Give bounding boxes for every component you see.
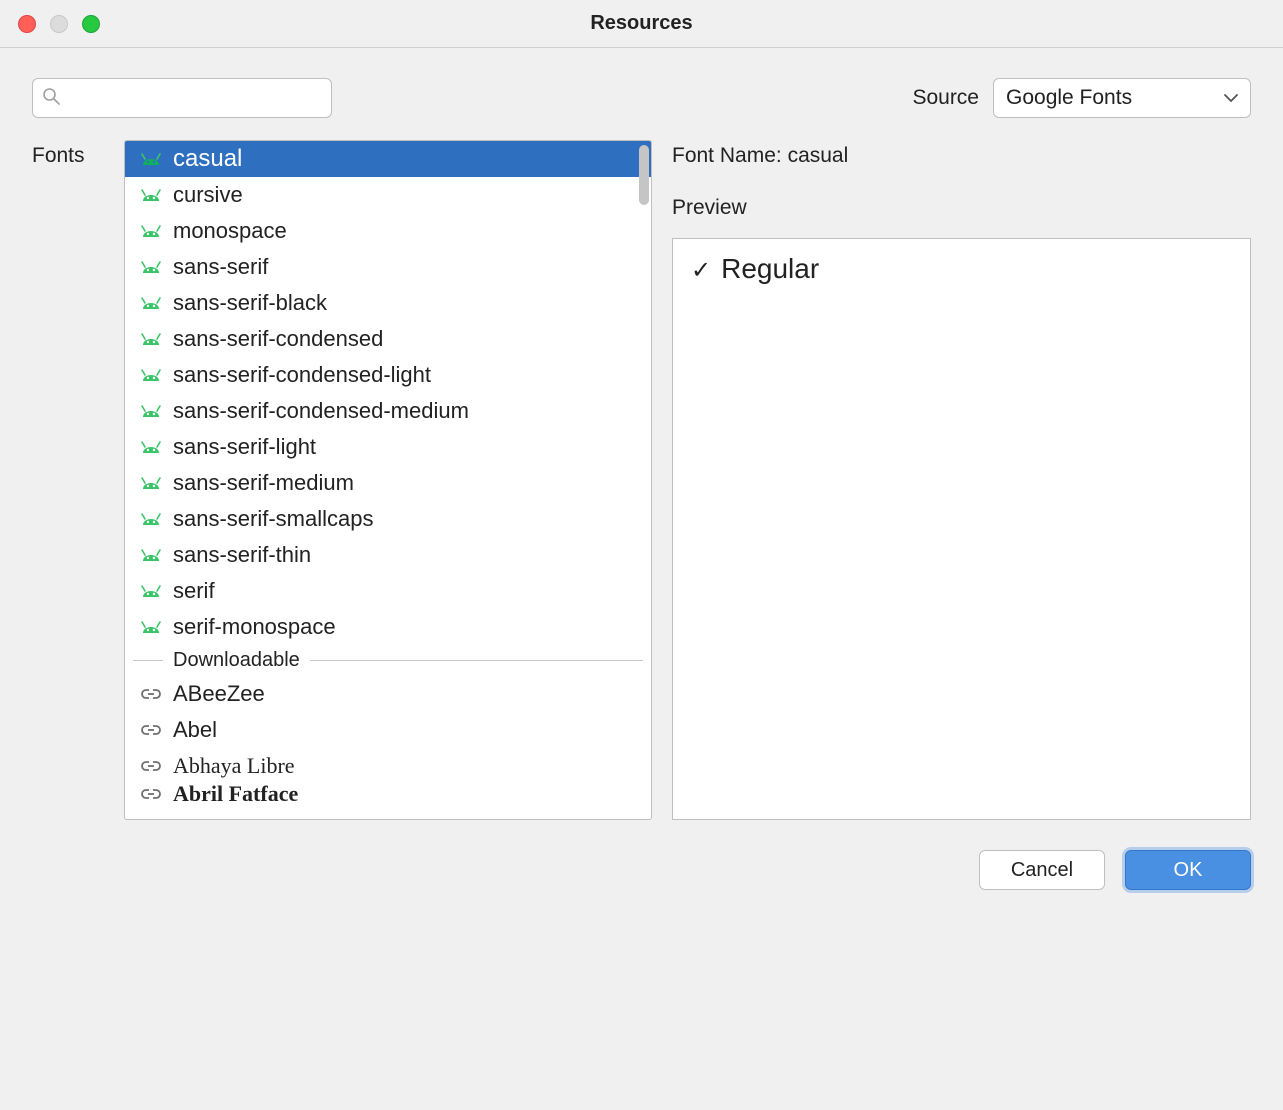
titlebar: Resources	[0, 0, 1283, 48]
font-list-item[interactable]: cursive	[125, 177, 651, 213]
fonts-category-label: Fonts	[32, 140, 104, 820]
font-name-text: monospace	[173, 218, 287, 244]
android-icon	[139, 221, 163, 241]
font-name-text: sans-serif-condensed-medium	[173, 398, 469, 424]
scrollbar-thumb[interactable]	[639, 145, 649, 205]
font-name-text: Abhaya Libre	[173, 753, 295, 779]
font-name-text: sans-serif	[173, 254, 268, 280]
font-list-item[interactable]: casual	[125, 141, 651, 177]
close-window-button[interactable]	[18, 15, 36, 33]
preview-box: ✓ Regular	[672, 238, 1251, 820]
font-list-item[interactable]: sans-serif	[125, 249, 651, 285]
font-list[interactable]: casual cursive monospace sans-serif sans	[124, 140, 652, 820]
font-list-item[interactable]: sans-serif-medium	[125, 465, 651, 501]
link-icon	[139, 784, 163, 804]
traffic-lights	[0, 15, 100, 33]
preview-label: Preview	[672, 196, 1251, 220]
font-list-item[interactable]: sans-serif-smallcaps	[125, 501, 651, 537]
android-icon	[139, 509, 163, 529]
font-name-text: Abril Fatface	[173, 784, 298, 804]
search-icon	[41, 86, 61, 111]
downloadable-section-header: Downloadable	[125, 645, 651, 676]
cancel-button[interactable]: Cancel	[979, 850, 1105, 890]
source-select-value: Google Fonts	[1006, 86, 1132, 110]
link-icon	[139, 684, 163, 704]
android-icon	[139, 185, 163, 205]
ok-button[interactable]: OK	[1125, 850, 1251, 890]
minimize-window-button[interactable]	[50, 15, 68, 33]
android-icon	[139, 617, 163, 637]
font-list-item[interactable]: sans-serif-condensed	[125, 321, 651, 357]
checkmark-icon: ✓	[691, 253, 711, 283]
android-icon	[139, 293, 163, 313]
font-name-row: Font Name: casual	[672, 144, 1251, 168]
link-icon	[139, 756, 163, 776]
font-list-item[interactable]: serif	[125, 573, 651, 609]
font-name-text: ABeeZee	[173, 681, 265, 707]
search-input[interactable]	[61, 88, 323, 109]
font-name-text: sans-serif-smallcaps	[173, 506, 374, 532]
font-name-text: cursive	[173, 182, 243, 208]
font-list-item[interactable]: Abril Fatface	[125, 784, 651, 804]
android-icon	[139, 149, 163, 169]
font-name-text: sans-serif-medium	[173, 470, 354, 496]
window-title: Resources	[0, 12, 1283, 35]
font-list-item[interactable]: sans-serif-light	[125, 429, 651, 465]
android-icon	[139, 581, 163, 601]
font-list-item[interactable]: sans-serif-thin	[125, 537, 651, 573]
font-list-item[interactable]: sans-serif-condensed-medium	[125, 393, 651, 429]
android-icon	[139, 473, 163, 493]
font-name-text: sans-serif-condensed	[173, 326, 383, 352]
font-name-text: sans-serif-thin	[173, 542, 311, 568]
font-list-item[interactable]: Abhaya Libre	[125, 748, 651, 784]
section-header-label: Downloadable	[173, 649, 300, 672]
android-icon	[139, 401, 163, 421]
font-name-text: Abel	[173, 717, 217, 743]
link-icon	[139, 720, 163, 740]
font-name-text: casual	[173, 145, 242, 173]
font-name-label: Font Name:	[672, 144, 782, 167]
preview-style-text[interactable]: Regular	[721, 253, 819, 285]
font-list-item[interactable]: sans-serif-condensed-light	[125, 357, 651, 393]
source-select[interactable]: Google Fonts	[993, 78, 1251, 118]
chevron-down-icon	[1224, 94, 1238, 102]
font-name-text: serif	[173, 578, 215, 604]
zoom-window-button[interactable]	[82, 15, 100, 33]
font-list-item[interactable]: ABeeZee	[125, 676, 651, 712]
font-name-value: casual	[788, 144, 849, 167]
android-icon	[139, 545, 163, 565]
search-input-wrapper[interactable]	[32, 78, 332, 118]
font-name-text: sans-serif-condensed-light	[173, 362, 431, 388]
font-list-item[interactable]: Abel	[125, 712, 651, 748]
source-label: Source	[912, 86, 979, 110]
font-name-text: serif-monospace	[173, 614, 336, 640]
android-icon	[139, 257, 163, 277]
android-icon	[139, 329, 163, 349]
font-list-item[interactable]: monospace	[125, 213, 651, 249]
android-icon	[139, 365, 163, 385]
font-name-text: sans-serif-light	[173, 434, 316, 460]
font-list-item[interactable]: serif-monospace	[125, 609, 651, 645]
android-icon	[139, 437, 163, 457]
font-list-item[interactable]: sans-serif-black	[125, 285, 651, 321]
font-name-text: sans-serif-black	[173, 290, 327, 316]
